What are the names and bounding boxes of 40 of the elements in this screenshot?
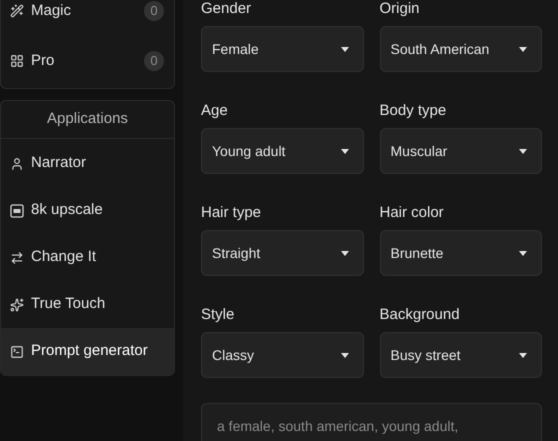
sidebar-item[interactable]: True Touch: [1, 281, 174, 328]
count-badge: 0: [144, 51, 164, 71]
field-label: Style: [201, 306, 236, 324]
dropdown-field[interactable]: Brunette: [380, 230, 542, 276]
dropdown-field[interactable]: Straight: [201, 230, 364, 276]
caret-icon: [519, 250, 527, 256]
dropdown-field[interactable]: Female: [201, 26, 364, 72]
sidebar-item[interactable]: Change It: [1, 234, 174, 281]
dropdown-field[interactable]: Busy street: [380, 332, 542, 378]
field-label: Origin: [380, 0, 421, 18]
caret-icon: [340, 148, 348, 154]
prompt-text-area[interactable]: a female, south american, young adult,: [201, 403, 542, 441]
field-label: Background: [380, 306, 461, 324]
grid-icon: [10, 54, 24, 68]
section-title: Applications: [47, 109, 128, 130]
caret-icon: [340, 250, 348, 256]
caret-icon: [519, 148, 527, 154]
count-badge: 0: [144, 1, 164, 21]
sidebar-item[interactable]: Prompt generator: [1, 328, 174, 375]
terminal-icon: [10, 344, 24, 358]
dropdown-field[interactable]: South American: [380, 26, 542, 72]
field-label: Hair color: [380, 204, 445, 222]
caret-icon: [519, 352, 527, 358]
sidebar-item[interactable]: 8k upscale: [1, 187, 174, 234]
sidebar-item[interactable]: Pro 0: [1, 36, 174, 86]
sidebar-item[interactable]: Narrator: [1, 140, 174, 187]
field-label: Body type: [380, 102, 448, 120]
sidebar-item[interactable]: Magic 0: [1, 0, 174, 36]
swap-icon: [10, 250, 24, 264]
field-label: Age: [201, 102, 229, 120]
dropdown-field[interactable]: Muscular: [380, 128, 542, 174]
field-label: Gender: [201, 0, 252, 18]
field-label: Hair type: [201, 204, 262, 222]
caret-icon: [519, 46, 527, 52]
sparkle-icon: [10, 298, 24, 312]
magic-wand-icon: [10, 4, 24, 18]
dropdown-field[interactable]: Young adult: [201, 128, 364, 174]
caret-icon: [340, 46, 348, 52]
caret-icon: [340, 352, 348, 358]
dropdown-field[interactable]: Classy: [201, 332, 364, 378]
